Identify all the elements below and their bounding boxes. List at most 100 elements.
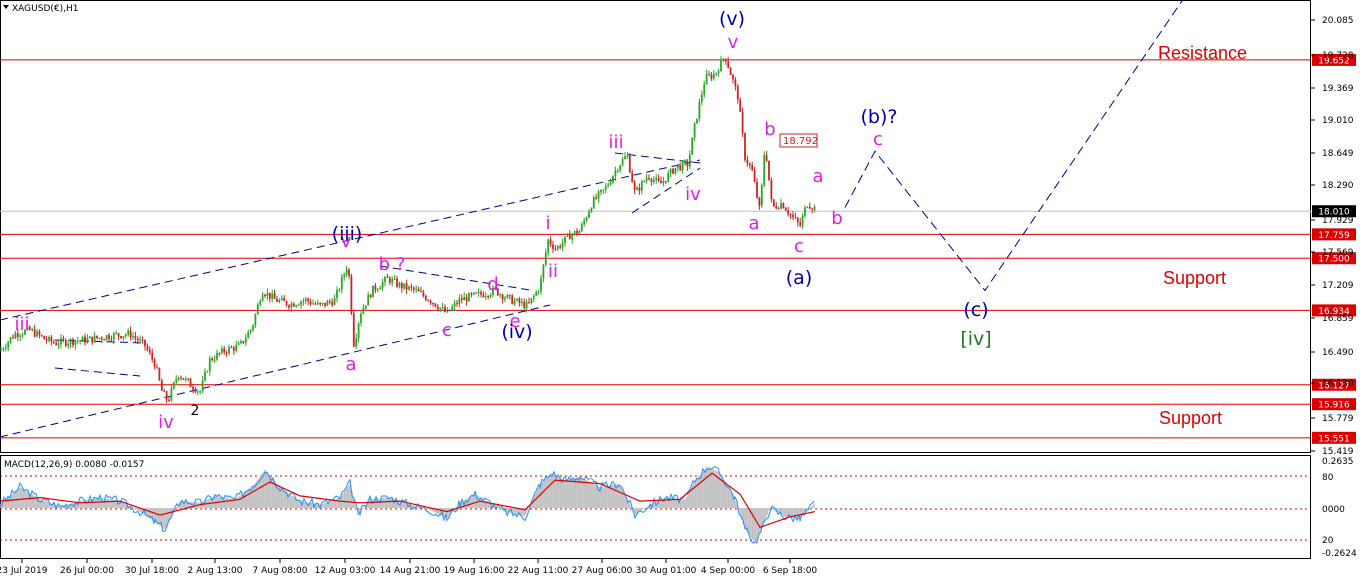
support-label-upper: Support: [1163, 268, 1226, 288]
wave-label-magenta: iii: [14, 314, 29, 335]
candle-body: [667, 173, 670, 182]
candle-body: [640, 181, 643, 191]
price-tick-label: 16.859: [1322, 314, 1354, 324]
candle-body: [480, 292, 482, 295]
candle-body: [655, 177, 658, 180]
support-label-lower: Support: [1159, 408, 1222, 428]
price-tick-label: 17.209: [1322, 281, 1354, 291]
candle-body: [789, 214, 792, 216]
candle-body: [427, 300, 430, 302]
candle-body: [230, 347, 233, 349]
candle-body: [451, 306, 454, 311]
candle-body: [780, 203, 782, 209]
candle-body: [456, 303, 458, 305]
candle-body: [386, 277, 389, 279]
candle-body: [568, 233, 571, 240]
candle-body: [64, 339, 67, 346]
candle-body: [722, 58, 725, 60]
candle-body: [122, 336, 125, 339]
candle-body: [48, 337, 50, 341]
candle-body: [259, 301, 262, 305]
candle-body: [153, 359, 156, 368]
candle-body: [669, 168, 672, 174]
candle-body: [74, 341, 77, 345]
candle-body: [348, 269, 350, 276]
candle-body: [283, 298, 286, 302]
macd-axis-label: 0.2635: [1322, 457, 1354, 467]
macd-axis-label: 20: [1322, 536, 1334, 546]
candle-body: [571, 234, 574, 240]
candle-body: [420, 291, 422, 293]
price-tick-label: 19.369: [1322, 84, 1354, 94]
candle-body: [811, 208, 814, 210]
candle-body: [446, 309, 449, 312]
price-tick-label: 17.929: [1322, 216, 1354, 226]
candle-body: [741, 111, 744, 134]
candle-body: [724, 58, 727, 62]
candle-body: [52, 341, 55, 343]
candle-body: [775, 205, 778, 209]
candle-body: [96, 335, 98, 339]
candle-body: [117, 333, 120, 337]
candle-body: [588, 211, 590, 218]
candle-body: [331, 301, 334, 305]
candle-body: [268, 292, 271, 299]
candle-body: [201, 380, 204, 392]
candle-body: [520, 301, 523, 303]
wave-label-magenta: b ?: [379, 254, 406, 275]
wave-label-blue: (a): [786, 267, 812, 289]
candle-body: [772, 199, 775, 206]
candle-body: [182, 378, 185, 380]
candle-body: [360, 313, 362, 324]
candle-body: [679, 165, 682, 171]
candle-body: [662, 181, 665, 184]
candle-body: [146, 346, 149, 350]
candle-body: [607, 184, 610, 187]
candle-body: [391, 278, 394, 283]
candle-body: [266, 292, 269, 297]
candle-body: [314, 303, 317, 305]
candle-body: [280, 298, 283, 300]
candle-body: [580, 224, 583, 231]
wave-label-magenta: a: [748, 213, 759, 234]
candle-body: [664, 181, 667, 183]
candle-body: [208, 358, 211, 372]
candle-body: [33, 329, 36, 337]
candle-body: [717, 71, 720, 73]
candle-body: [770, 180, 773, 200]
candle-body: [40, 335, 43, 337]
wave-label-blue: (iv): [501, 321, 532, 343]
candle-body: [235, 344, 238, 351]
candle-body: [216, 352, 218, 360]
candle-body: [350, 275, 353, 314]
candle-body: [278, 299, 281, 302]
candle-body: [528, 302, 530, 304]
chart-canvas[interactable]: XAGUSD(€),H1 19.65217.75917.50016.93416.…: [0, 0, 1360, 582]
candle-body: [542, 264, 545, 279]
candle-body: [648, 177, 650, 180]
candle-body: [484, 296, 487, 298]
candle-body: [422, 291, 425, 296]
candle-body: [168, 399, 170, 401]
price-tick-label: 17.569: [1322, 248, 1354, 258]
candle-body: [196, 391, 199, 393]
candle-body: [84, 336, 86, 343]
candle-body: [537, 291, 540, 293]
candle-body: [192, 386, 194, 390]
candle-body: [645, 177, 648, 182]
candle-body: [424, 295, 427, 301]
candle-body: [36, 331, 38, 337]
candle-body: [732, 75, 734, 80]
candle-body: [115, 333, 118, 335]
candle-body: [458, 298, 461, 305]
candle-body: [374, 285, 377, 291]
wave-label-black: 2: [191, 403, 200, 419]
wave-label-magenta: b: [764, 119, 775, 140]
candle-body: [165, 391, 168, 400]
candle-body: [801, 215, 804, 226]
candle-body: [736, 86, 739, 100]
macd-title: MACD(12,26,9) 0.0080 -0.0157: [4, 460, 144, 470]
candle-body: [405, 283, 408, 290]
candle-body: [448, 309, 451, 311]
candle-body: [744, 133, 746, 160]
